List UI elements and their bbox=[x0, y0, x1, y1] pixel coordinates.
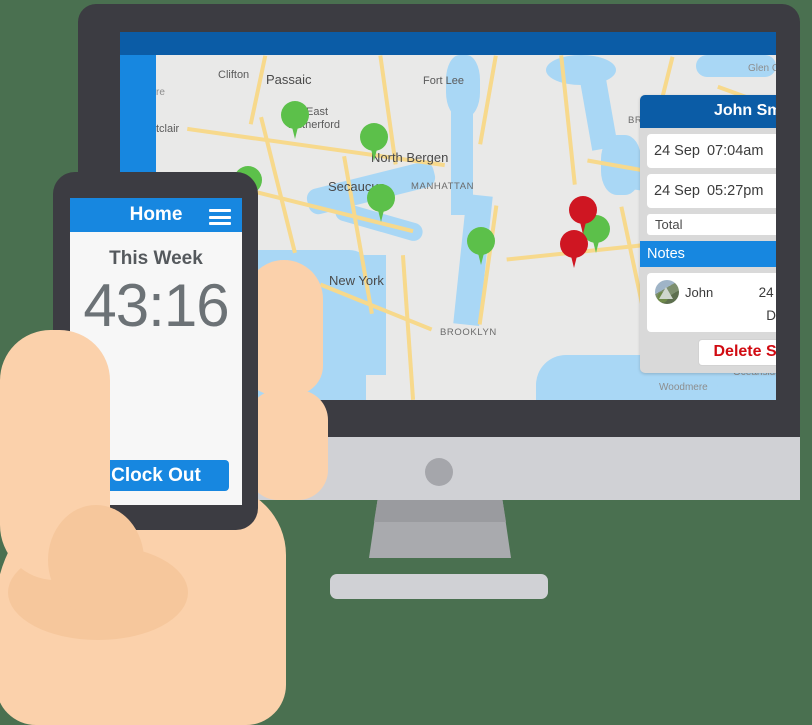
map-pin-green[interactable] bbox=[367, 184, 395, 222]
week-label: This Week bbox=[109, 248, 203, 269]
map-label: Woodmere bbox=[659, 382, 708, 393]
shift-row[interactable]: 24 Sep05:27pm Edit bbox=[647, 174, 776, 208]
pin-head bbox=[560, 230, 588, 258]
phone-header: Home bbox=[70, 198, 242, 232]
map-label: Glen Cove bbox=[748, 63, 776, 74]
shift-date: 24 Sep bbox=[654, 183, 700, 199]
delete-shift-button[interactable]: Delete Shift bbox=[698, 339, 776, 366]
app-top-bar bbox=[120, 32, 776, 55]
shift-date: 24 Sep bbox=[654, 143, 700, 159]
map-pin-red[interactable] bbox=[569, 196, 597, 234]
note-timestamp: 24 Sep07:21am bbox=[759, 285, 776, 300]
monitor-neck-shade bbox=[373, 500, 507, 522]
map-label: East bbox=[306, 106, 329, 118]
pin-head bbox=[367, 184, 395, 212]
phone-title: Home bbox=[129, 204, 183, 225]
total-label: Total bbox=[655, 217, 683, 232]
note-header: John 24 Sep07:21am bbox=[655, 280, 776, 304]
note-body: Delivery arrived bbox=[766, 308, 776, 323]
map-label: MANHATTAN bbox=[411, 181, 475, 192]
delete-row: Delete Shift bbox=[647, 339, 776, 366]
map-road bbox=[248, 55, 268, 125]
shift-detail-panel: John Smith 24 Sep07:04am Edit 24 Sep05:2… bbox=[640, 95, 776, 373]
map-label: re bbox=[156, 87, 165, 98]
panel-body: 24 Sep07:04am Edit 24 Sep05:27pm Edit To… bbox=[640, 128, 776, 373]
map-label: Passaic bbox=[266, 72, 312, 87]
map-road bbox=[400, 255, 416, 400]
map-pin-green[interactable] bbox=[467, 227, 495, 265]
map-label: BROOKLYN bbox=[440, 327, 497, 338]
pin-head bbox=[360, 123, 388, 151]
week-total: 43:16 bbox=[83, 272, 229, 339]
map-pin-red[interactable] bbox=[560, 230, 588, 268]
hand-finger bbox=[248, 390, 328, 500]
clock-out-button[interactable]: Clock Out bbox=[83, 460, 229, 491]
notes-bar: Notes Add Note bbox=[640, 241, 776, 267]
notes-label: Notes bbox=[647, 246, 685, 262]
map-label: Fort Lee bbox=[423, 75, 464, 87]
monitor-base bbox=[330, 574, 548, 599]
phone-screen: Home This Week 43:16 Clock Out bbox=[70, 198, 242, 505]
map-label: Clifton bbox=[218, 69, 250, 81]
map-label: tclair bbox=[156, 123, 180, 135]
shift-time: 24 Sep 07:04am bbox=[654, 143, 763, 159]
mountain-icon bbox=[659, 287, 673, 299]
map-road bbox=[478, 55, 498, 145]
map-label: New York bbox=[329, 273, 384, 288]
scene: CliftonPassaicFort LeeGlen CovereEastRut… bbox=[0, 0, 812, 725]
shift-clock: 07:04am bbox=[706, 143, 764, 159]
note-date: 24 Sep bbox=[758, 284, 776, 300]
map-pin-green[interactable] bbox=[281, 101, 309, 139]
shift-row[interactable]: 24 Sep07:04am Edit bbox=[647, 134, 776, 168]
note-author: John bbox=[685, 284, 714, 300]
avatar bbox=[655, 280, 679, 304]
hamburger-icon[interactable] bbox=[209, 209, 231, 229]
shift-time: 24 Sep 05:27pm bbox=[654, 183, 763, 199]
panel-title: John Smith bbox=[640, 95, 776, 128]
total-row: Total 10:38 bbox=[647, 214, 776, 235]
monitor-logo bbox=[425, 458, 453, 486]
pin-head bbox=[281, 101, 309, 129]
pin-head bbox=[467, 227, 495, 255]
pin-head bbox=[569, 196, 597, 224]
map-pin-green[interactable] bbox=[360, 123, 388, 161]
note-card: John 24 Sep07:21am Delivery arrived bbox=[647, 273, 776, 332]
shift-clock: 05:27pm bbox=[706, 183, 764, 199]
